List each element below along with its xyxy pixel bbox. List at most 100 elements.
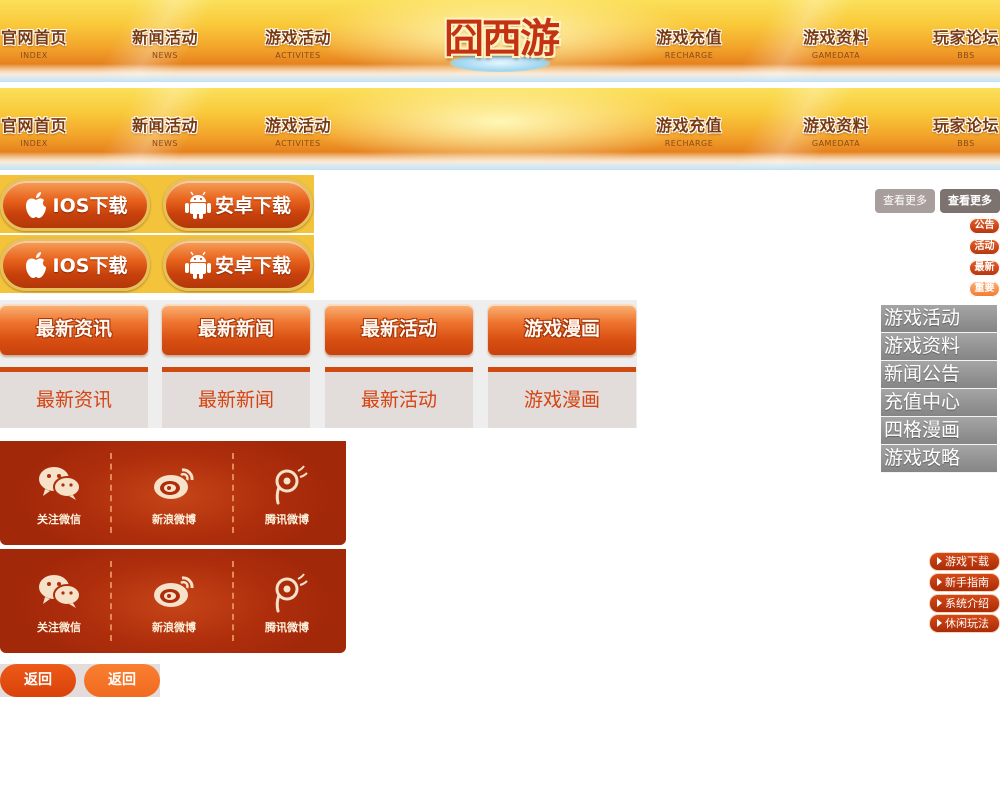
android-download-button[interactable]: 安卓下载 — [163, 178, 313, 231]
secondary-nav-bar: 官网首页 INDEX 新闻活动 NEWS 游戏活动 ACTIVITES 游戏充值… — [0, 88, 1000, 170]
weibo-icon — [154, 468, 194, 499]
guide-link-label: 休闲玩法 — [945, 617, 989, 630]
android-icon — [184, 251, 211, 279]
social-label: 新浪微博 — [152, 513, 196, 526]
guide-link-label: 系统介绍 — [945, 597, 989, 610]
nav-item-sublabel: INDEX — [20, 51, 48, 60]
android-download-button[interactable]: 安卓下载 — [163, 238, 313, 291]
nav-item-news[interactable]: 新闻活动 NEWS — [125, 112, 205, 148]
arrow-right-icon — [937, 578, 942, 586]
tag-latest[interactable]: 最新 — [969, 260, 1000, 276]
tab-label: 最新新闻 — [197, 389, 274, 411]
wechat-icon — [39, 575, 81, 608]
social-divider — [232, 561, 234, 641]
tencent-weibo-button[interactable]: 腾讯微博 — [247, 573, 327, 635]
ios-download-button[interactable]: IOS下载 — [0, 238, 150, 291]
nav-item-label: 官网首页 — [0, 28, 67, 47]
main-nav-bar: 官网首页 INDEX 新闻活动 NEWS 游戏活动 ACTIVITES 囧西游 … — [0, 0, 1000, 82]
nav-item-sublabel: RECHARGE — [664, 51, 714, 60]
view-more-button[interactable]: 查看更多 — [940, 189, 1000, 213]
nav-item-bbs[interactable]: 玩家论坛 BBS — [926, 112, 1000, 148]
guide-link-system-intro[interactable]: 系统介绍 — [929, 594, 1000, 613]
nav-item-recharge[interactable]: 游戏充值 RECHARGE — [649, 112, 729, 148]
side-menu-comics[interactable]: 四格漫画 — [881, 417, 997, 445]
tag-activity[interactable]: 活动 — [969, 239, 1000, 255]
arrow-right-icon — [937, 619, 942, 627]
android-icon — [184, 191, 211, 219]
tag-notice[interactable]: 公告 — [969, 218, 1000, 234]
nav-bottom-shine — [0, 152, 1000, 170]
view-more-button[interactable]: 查看更多 — [875, 189, 935, 213]
tab-label: 最新资讯 — [35, 318, 112, 340]
nav-item-index[interactable]: 官网首页 INDEX — [0, 112, 74, 148]
side-menu-game-activities[interactable]: 游戏活动 — [881, 305, 997, 333]
wechat-follow-button[interactable]: 关注微信 — [19, 573, 99, 635]
tag-important[interactable]: 重要 — [969, 281, 1000, 297]
side-menu-news-notice[interactable]: 新闻公告 — [881, 361, 997, 389]
tab-label: 游戏漫画 — [523, 389, 600, 411]
wechat-icon — [39, 467, 81, 500]
sina-weibo-button[interactable]: 新浪微博 — [134, 465, 214, 527]
guide-link-game-download[interactable]: 游戏下载 — [929, 552, 1000, 571]
nav-item-label: 官网首页 — [0, 116, 67, 135]
nav-item-label: 游戏充值 — [655, 116, 722, 135]
nav-item-label: 游戏资料 — [802, 28, 869, 47]
nav-item-activities[interactable]: 游戏活动 ACTIVITES — [258, 112, 338, 148]
side-menu-guides[interactable]: 游戏攻略 — [881, 445, 997, 473]
tab-latest-activity-inactive[interactable]: 最新活动 — [325, 367, 473, 428]
nav-item-recharge[interactable]: 游戏充值 RECHARGE — [649, 24, 729, 60]
nav-item-label: 玩家论坛 — [932, 116, 999, 135]
ios-download-label: IOS下载 — [52, 195, 128, 217]
nav-item-bbs[interactable]: 玩家论坛 BBS — [926, 24, 1000, 60]
tab-label: 最新新闻 — [197, 318, 274, 340]
tab-latest-info-inactive[interactable]: 最新资讯 — [0, 367, 148, 428]
tab-latest-news-inactive[interactable]: 最新新闻 — [162, 367, 310, 428]
social-divider — [232, 453, 234, 533]
nav-item-news[interactable]: 新闻活动 NEWS — [125, 24, 205, 60]
logo-text: 囧西游 — [444, 15, 560, 62]
tab-latest-activity[interactable]: 最新活动 — [325, 304, 473, 355]
nav-item-sublabel: RECHARGE — [664, 139, 714, 148]
guide-link-label: 游戏下载 — [945, 555, 989, 568]
side-menu: 游戏活动 游戏资料 新闻公告 充值中心 四格漫画 游戏攻略 — [881, 305, 997, 473]
side-menu-game-data[interactable]: 游戏资料 — [881, 333, 997, 361]
social-label: 新浪微博 — [152, 621, 196, 634]
ios-download-button[interactable]: IOS下载 — [0, 178, 150, 231]
nav-item-sublabel: INDEX — [20, 139, 48, 148]
back-button[interactable]: 返回 — [0, 664, 76, 697]
guide-link-beginner-guide[interactable]: 新手指南 — [929, 573, 1000, 592]
nav-item-sublabel: GAMEDATA — [811, 139, 861, 148]
guide-link-casual-play[interactable]: 休闲玩法 — [929, 614, 1000, 633]
nav-item-label: 游戏充值 — [655, 28, 722, 47]
nav-item-gamedata[interactable]: 游戏资料 GAMEDATA — [796, 112, 876, 148]
sina-weibo-button[interactable]: 新浪微博 — [134, 573, 214, 635]
side-menu-recharge-center[interactable]: 充值中心 — [881, 389, 997, 417]
tab-latest-info[interactable]: 最新资讯 — [0, 304, 148, 355]
nav-item-activities[interactable]: 游戏活动 ACTIVITES — [258, 24, 338, 60]
nav-item-sublabel: ACTIVITES — [275, 51, 321, 60]
guide-link-label: 新手指南 — [945, 576, 989, 589]
nav-item-index[interactable]: 官网首页 INDEX — [0, 24, 74, 60]
back-button[interactable]: 返回 — [84, 664, 160, 697]
social-label: 腾讯微博 — [265, 621, 309, 634]
game-logo[interactable]: 囧西游 — [430, 2, 572, 74]
nav-item-label: 游戏活动 — [264, 116, 331, 135]
tencent-weibo-button[interactable]: 腾讯微博 — [247, 465, 327, 527]
nav-item-sublabel: GAMEDATA — [811, 51, 861, 60]
tab-game-comics[interactable]: 游戏漫画 — [488, 304, 636, 355]
social-panel: 关注微信 新浪微博 腾讯微博 — [0, 441, 346, 545]
tab-game-comics-inactive[interactable]: 游戏漫画 — [488, 367, 636, 428]
tab-label: 最新资讯 — [35, 389, 112, 411]
social-label: 关注微信 — [37, 513, 81, 526]
ios-download-label: IOS下载 — [52, 255, 128, 277]
wechat-follow-button[interactable]: 关注微信 — [19, 465, 99, 527]
tencent-weibo-icon — [275, 465, 308, 505]
arrow-right-icon — [937, 599, 942, 607]
download-row: IOS下载 安卓下载 — [0, 175, 314, 233]
tab-latest-news[interactable]: 最新新闻 — [162, 304, 310, 355]
nav-item-label: 游戏活动 — [264, 28, 331, 47]
nav-item-sublabel: BBS — [957, 139, 975, 148]
tab-label: 最新活动 — [360, 389, 437, 411]
android-download-label: 安卓下载 — [214, 195, 291, 217]
nav-item-gamedata[interactable]: 游戏资料 GAMEDATA — [796, 24, 876, 60]
